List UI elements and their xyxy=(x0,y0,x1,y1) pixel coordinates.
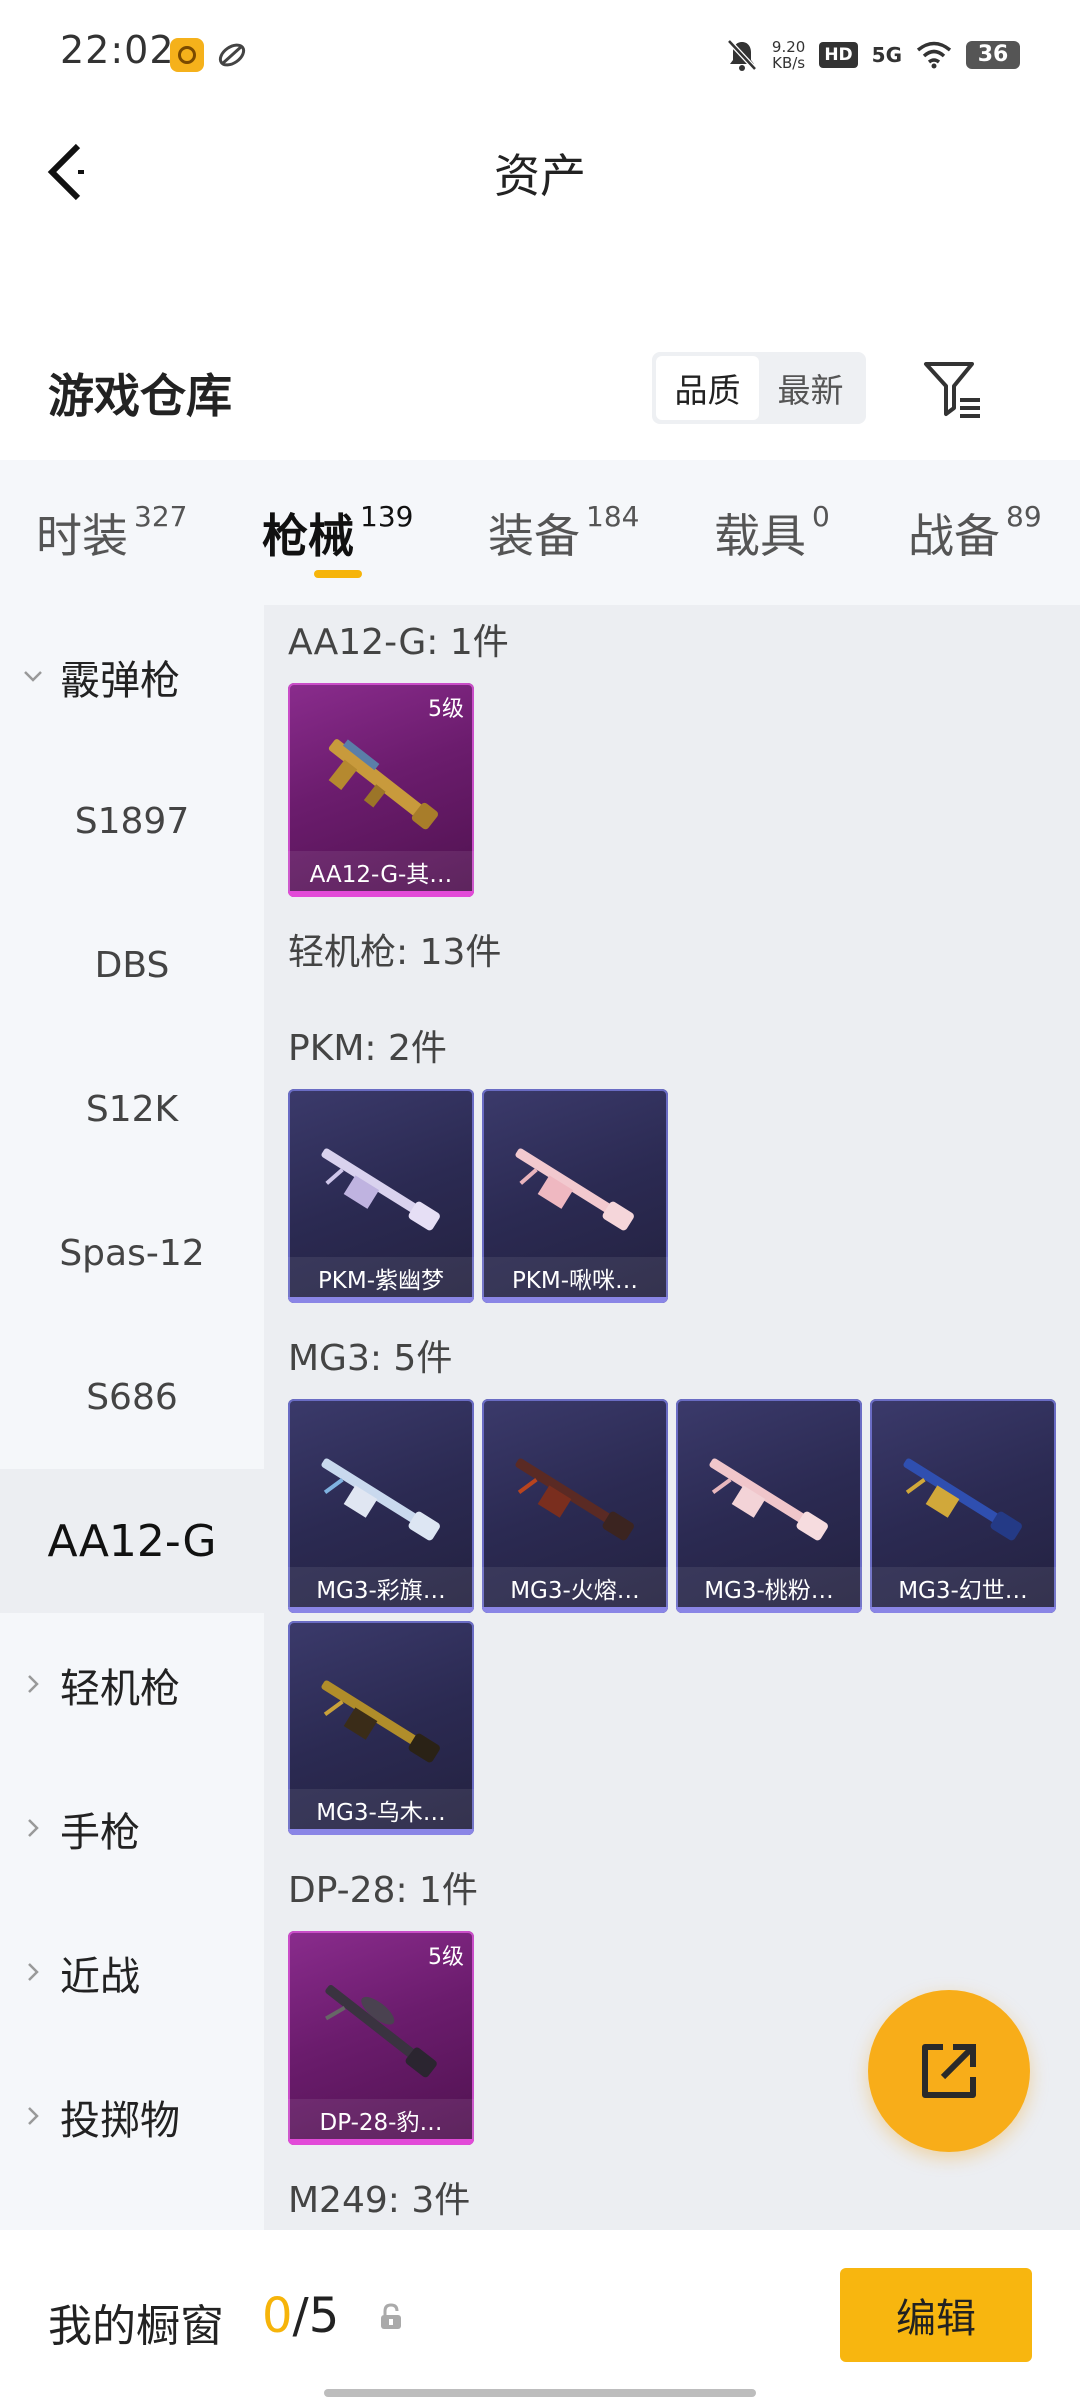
machine-gun-icon xyxy=(709,1458,828,1541)
weapon-name: PKM-啾咪… xyxy=(511,1268,639,1294)
group-title-dp28: DP-28: 1件 xyxy=(288,1870,478,1911)
weapon-card[interactable]: PKM-紫幽梦 xyxy=(288,1089,474,1303)
weapon-card[interactable]: PKM-啾咪… xyxy=(482,1089,668,1303)
weapon-name: AA12-G-其… xyxy=(309,862,453,888)
group-title-m249: M249: 3件 xyxy=(288,2180,471,2221)
rarity-bar xyxy=(288,1297,474,1303)
sort-toggle: 品质 最新 xyxy=(652,352,866,424)
category-pistol[interactable]: 手枪 xyxy=(0,1757,264,1901)
machine-gun-icon xyxy=(321,1148,440,1231)
weapon-name: MG3-幻世… xyxy=(898,1578,1028,1604)
weapon-name: DP-28-豹… xyxy=(319,2110,443,2136)
network-speed: 9.20 KB/s xyxy=(771,38,806,72)
status-bar: 22:02 9.20 KB/s HD 5G 36 xyxy=(0,0,1080,110)
rarity-bar xyxy=(482,1297,668,1303)
category-dbs[interactable]: DBS xyxy=(0,893,264,1037)
page-title: 资产 xyxy=(494,149,586,203)
weapon-name: PKM-紫幽梦 xyxy=(317,1268,445,1294)
chevron-right-icon xyxy=(28,2107,39,2125)
status-time: 22:02 xyxy=(60,28,175,72)
chevron-down-icon xyxy=(24,671,42,682)
group-title-mg3: MG3: 5件 xyxy=(288,1338,453,1379)
category-s686[interactable]: S686 xyxy=(0,1325,264,1469)
home-indicator[interactable] xyxy=(324,2389,756,2397)
weapon-name: MG3-桃粉… xyxy=(704,1578,834,1604)
machine-gun-icon xyxy=(321,1458,440,1541)
showcase-count: 0/5 xyxy=(262,2288,340,2344)
sort-quality-button[interactable]: 品质 xyxy=(656,356,759,420)
battery-indicator: 36 xyxy=(966,41,1020,69)
weapon-card[interactable]: MG3-火熔… xyxy=(482,1399,668,1613)
mute-bell-icon xyxy=(727,39,757,71)
chevron-right-icon xyxy=(28,1819,39,1837)
group-title-pkm: PKM: 2件 xyxy=(288,1028,447,1069)
category-aa12g[interactable]: AA12-G xyxy=(0,1469,264,1613)
group-title-aa12g: AA12-G: 1件 xyxy=(288,622,509,663)
signal-5g: 5G xyxy=(871,43,902,67)
tab-equipment[interactable]: 装备 184 xyxy=(488,500,639,566)
tab-supplies[interactable]: 战备 89 xyxy=(908,500,1042,566)
app-header: 资产 xyxy=(0,110,1080,230)
rarity-bar xyxy=(482,1607,668,1613)
lock-icon xyxy=(381,2303,401,2329)
machine-gun-icon xyxy=(325,1985,437,2078)
weapon-name: MG3-火熔… xyxy=(510,1578,640,1604)
filter-icon xyxy=(924,362,980,418)
group-title-lmg: 轻机枪: 13件 xyxy=(288,932,502,973)
tab-outfits[interactable]: 时装 327 xyxy=(36,500,187,566)
share-icon xyxy=(922,2044,976,2098)
category-throwable[interactable]: 投掷物 xyxy=(0,2045,264,2189)
weapon-card[interactable]: MG3-乌木… xyxy=(288,1621,474,1835)
rarity-bar xyxy=(676,1607,862,1613)
category-shotgun[interactable]: 霰弹枪 xyxy=(0,605,264,749)
weapon-card[interactable]: 5级 AA12-G-其… xyxy=(288,683,474,897)
weapon-card[interactable]: MG3-桃粉… xyxy=(676,1399,862,1613)
weapon-card[interactable]: 5级 DP-28-豹… xyxy=(288,1931,474,2145)
chevron-right-icon xyxy=(28,1963,39,1981)
chevron-right-icon xyxy=(28,1675,39,1693)
leaf-app-icon xyxy=(215,38,249,72)
section-title: 游戏仓库 xyxy=(48,369,232,423)
category-tabs: 时装 327 枪械 139 装备 184 载具 0 战备 89 xyxy=(0,460,1080,605)
hd-badge: HD xyxy=(819,42,858,68)
category-s1897[interactable]: S1897 xyxy=(0,749,264,893)
rarity-bar xyxy=(288,2139,474,2145)
weapon-card[interactable]: MG3-彩旗… xyxy=(288,1399,474,1613)
weapon-name: MG3-乌木… xyxy=(316,1800,446,1826)
showcase-label: 我的橱窗 xyxy=(48,2301,224,2352)
sort-newest-button[interactable]: 最新 xyxy=(759,356,862,420)
rarity-bar xyxy=(288,1607,474,1613)
tab-guns[interactable]: 枪械 139 xyxy=(262,500,413,566)
tab-vehicles[interactable]: 载具 0 xyxy=(714,500,830,566)
filter-button[interactable] xyxy=(920,356,986,422)
rifle-icon xyxy=(328,739,438,830)
edit-button[interactable]: 编辑 xyxy=(840,2268,1032,2362)
rarity-bar xyxy=(870,1607,1056,1613)
rarity-bar xyxy=(288,891,474,897)
weapon-category-list: 霰弹枪 S1897 DBS S12K Spas-12 S686 AA12-G 轻… xyxy=(0,605,264,2230)
machine-gun-icon xyxy=(903,1458,1022,1541)
level-badge: 5级 xyxy=(428,697,464,722)
share-button[interactable] xyxy=(868,1990,1030,2152)
machine-gun-icon xyxy=(515,1458,634,1541)
category-spas12[interactable]: Spas-12 xyxy=(0,1181,264,1325)
category-melee[interactable]: 近战 xyxy=(0,1901,264,2045)
rarity-bar xyxy=(288,1829,474,1835)
warehouse-header: 游戏仓库 品质 最新 xyxy=(0,330,1080,450)
wifi-icon xyxy=(916,41,952,69)
game-app-icon xyxy=(170,38,204,72)
weapon-card[interactable]: MG3-幻世… xyxy=(870,1399,1056,1613)
showcase-bar: 我的橱窗 0/5 编辑 xyxy=(0,2230,1080,2400)
machine-gun-icon xyxy=(515,1148,634,1231)
category-lmg[interactable]: 轻机枪 xyxy=(0,1613,264,1757)
active-tab-indicator xyxy=(314,570,362,578)
category-s12k[interactable]: S12K xyxy=(0,1037,264,1181)
level-badge: 5级 xyxy=(428,1945,464,1970)
machine-gun-icon xyxy=(321,1680,440,1763)
weapon-grid: AA12-G: 1件 5级 AA12-G-其… 轻机枪: 13件 PKM: 2件… xyxy=(264,605,1080,2230)
weapon-name: MG3-彩旗… xyxy=(316,1578,446,1604)
